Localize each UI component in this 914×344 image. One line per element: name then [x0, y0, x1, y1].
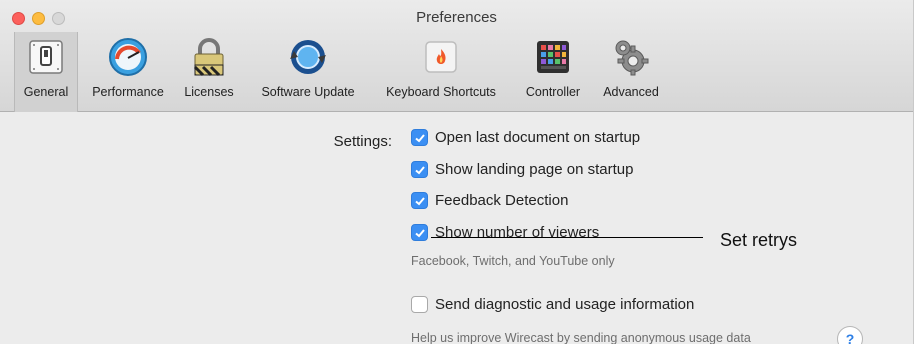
checkbox-unchecked-icon[interactable]: [411, 296, 428, 313]
checkbox-label: Send diagnostic and usage information: [435, 296, 695, 313]
feedback-detection-checkbox[interactable]: Feedback Detection: [411, 192, 568, 209]
lock-icon: [186, 34, 232, 80]
checkbox-checked-icon[interactable]: [411, 129, 428, 146]
tab-performance[interactable]: Performance: [82, 32, 174, 112]
diagnostic-note: Help us improve Wirecast by sending anon…: [411, 331, 751, 344]
question-mark-icon: ?: [845, 331, 855, 344]
checkbox-checked-icon[interactable]: [411, 192, 428, 209]
gauge-icon: [105, 34, 151, 80]
title-bar: Preferences General Performance Licenses…: [0, 0, 913, 112]
tab-advanced[interactable]: Advanced: [596, 32, 666, 112]
checkbox-label: Open last document on startup: [435, 129, 641, 146]
checkbox-label: Show number of viewers: [435, 224, 600, 241]
switch-icon: [23, 34, 69, 80]
tab-label: Advanced: [603, 85, 659, 99]
pad-controller-icon: [530, 34, 576, 80]
tab-general[interactable]: General: [14, 32, 78, 112]
open-last-document-checkbox[interactable]: Open last document on startup: [411, 129, 640, 146]
tab-keyboard-shortcuts[interactable]: Keyboard Shortcuts: [374, 32, 508, 112]
help-button[interactable]: ?: [837, 326, 863, 344]
send-diagnostic-checkbox[interactable]: Send diagnostic and usage information: [411, 296, 694, 313]
tab-label: Licenses: [184, 85, 234, 99]
viewers-note: Facebook, Twitch, and YouTube only: [411, 254, 615, 268]
window-title: Preferences: [416, 9, 497, 26]
general-settings-pane: Settings: Open last document on startup …: [0, 112, 913, 344]
checkbox-label: Feedback Detection: [435, 192, 569, 209]
annotation-line: [431, 237, 703, 238]
tab-label: Controller: [525, 85, 581, 99]
checkbox-label: Show landing page on startup: [435, 161, 634, 178]
show-landing-page-checkbox[interactable]: Show landing page on startup: [411, 161, 633, 178]
tab-controller[interactable]: Controller: [512, 32, 594, 112]
annotation-text: Set retrys: [720, 230, 798, 250]
checkbox-checked-icon[interactable]: [411, 161, 428, 178]
tab-label: Keyboard Shortcuts: [386, 85, 496, 99]
show-number-of-viewers-checkbox[interactable]: Show number of viewers: [411, 224, 599, 241]
tab-label: Performance: [92, 85, 164, 99]
tab-label: General: [23, 85, 69, 99]
flame-key-icon: [418, 34, 464, 80]
tab-licenses[interactable]: Licenses: [176, 32, 242, 112]
tab-label: Software Update: [261, 85, 355, 99]
checkbox-checked-icon[interactable]: [411, 224, 428, 241]
settings-label: Settings:: [333, 133, 392, 150]
tab-software-update[interactable]: Software Update: [249, 32, 367, 112]
sync-icon: [285, 34, 331, 80]
gears-icon: [608, 34, 654, 80]
preferences-window: Preferences General Performance Licenses…: [0, 0, 914, 344]
